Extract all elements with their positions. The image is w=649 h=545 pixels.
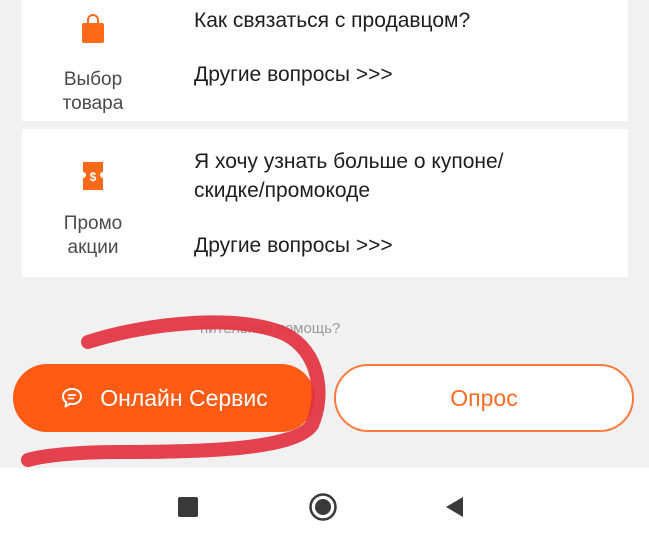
home-circle-icon xyxy=(309,493,337,521)
online-service-button[interactable]: Онлайн Сервис xyxy=(13,364,315,432)
recents-square-icon xyxy=(178,497,198,517)
android-navigation-bar xyxy=(0,468,649,545)
shopping-bag-icon xyxy=(82,14,104,43)
faq-question-coupon[interactable]: Я хочу узнать больше о купоне/ скидке/пр… xyxy=(194,147,614,205)
faq-question-contact-seller[interactable]: Как связаться с продавцом? xyxy=(194,6,614,35)
faq-card-promo: $ Промо акции Я хочу узнать больше о куп… xyxy=(22,129,628,277)
category-label-promo: Промо акции xyxy=(63,213,123,258)
back-button[interactable] xyxy=(438,490,472,524)
survey-button[interactable]: Опрос xyxy=(334,364,634,432)
online-service-label: Онлайн Сервис xyxy=(100,384,268,411)
home-button[interactable] xyxy=(306,490,340,524)
back-triangle-icon xyxy=(446,497,463,517)
additional-help-text: нительная помощь? xyxy=(200,320,341,337)
chat-bubble-icon xyxy=(62,388,83,408)
survey-label: Опрос xyxy=(450,384,518,411)
recents-button[interactable] xyxy=(171,490,205,524)
more-questions-link[interactable]: Другие вопросы >>> xyxy=(194,231,614,260)
faq-card-product-choice: Выбор товара Как связаться с продавцом? … xyxy=(22,0,628,121)
svg-text:$: $ xyxy=(90,170,97,184)
more-questions-link[interactable]: Другие вопросы >>> xyxy=(194,60,614,89)
category-label-product-choice: Выбор товара xyxy=(62,69,124,114)
coupon-icon: $ xyxy=(83,162,103,190)
